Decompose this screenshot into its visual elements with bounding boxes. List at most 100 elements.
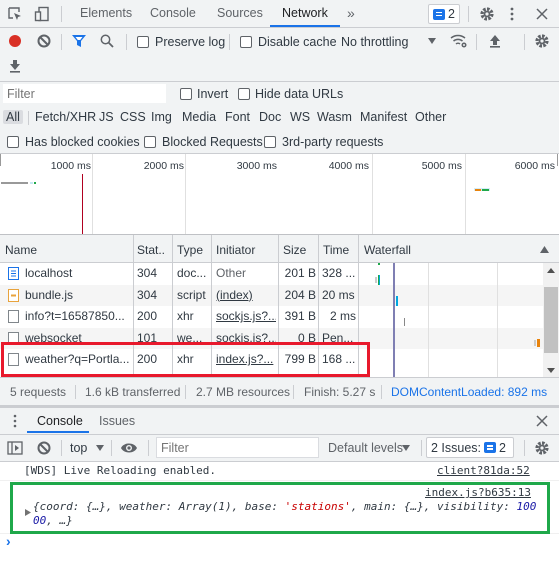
waterfall-grid-line (497, 263, 498, 377)
issues-badge[interactable]: 2 (428, 4, 460, 24)
filter-funnel-icon[interactable] (70, 32, 88, 50)
context-dropdown-arrow-icon[interactable] (95, 443, 105, 453)
separator (229, 34, 230, 50)
column-name[interactable]: Name (5, 243, 37, 257)
filter-type-other[interactable]: Other (415, 110, 446, 124)
filter-type-js[interactable]: JS (99, 110, 114, 124)
console-issues-button[interactable]: 2 Issues: 2 (426, 437, 514, 458)
drawer-menu-icon[interactable] (9, 412, 21, 430)
search-icon[interactable] (98, 32, 116, 50)
sort-ascending-icon[interactable] (539, 244, 549, 254)
filter-type-all[interactable]: All (3, 110, 23, 124)
issues-count: 2 (499, 440, 506, 455)
levels-dropdown-arrow-icon[interactable] (401, 443, 411, 453)
preserve-log-label: Preserve log (155, 35, 226, 49)
settings-gear-icon[interactable] (478, 5, 496, 23)
separator (61, 440, 62, 456)
tick-label: 3000 ms (236, 160, 277, 172)
console-input[interactable] (20, 535, 540, 551)
separator (421, 440, 422, 456)
filter-type-doc[interactable]: Doc (259, 110, 281, 124)
filter-input[interactable] (3, 84, 166, 103)
waterfall-bar-websocket-queue (534, 340, 536, 346)
filter-type-font[interactable]: Font (225, 110, 250, 124)
third-party-checkbox[interactable] (264, 136, 276, 148)
network-settings-gear-icon[interactable] (533, 32, 551, 50)
column-type[interactable]: Type (177, 243, 203, 257)
separator (28, 111, 29, 125)
cell-name: info?t=16587850... (25, 309, 125, 324)
more-options-icon[interactable] (506, 5, 518, 23)
throttling-select[interactable]: No throttling (341, 35, 408, 49)
cell-initiator[interactable]: (index) (216, 288, 276, 302)
divider (0, 480, 559, 481)
log-levels-select[interactable]: Default levels (328, 441, 403, 455)
drawer-tab-console[interactable]: Console (37, 414, 83, 428)
has-blocked-cookies-checkbox[interactable] (7, 136, 19, 148)
console-prompt-icon[interactable]: › (6, 533, 11, 549)
cell-type: xhr (177, 309, 194, 324)
drawer-active-tab-indicator (27, 431, 89, 433)
table-row[interactable]: localhost 304 doc... Other 201 B 328 ... (0, 263, 543, 284)
cell-time: 2 ms (329, 309, 356, 324)
console-filter-input[interactable] (156, 437, 319, 458)
inspect-element-icon[interactable] (6, 5, 24, 23)
clear-console-icon[interactable] (35, 439, 53, 457)
network-conditions-icon[interactable] (449, 32, 469, 50)
third-party-label: 3rd-party requests (282, 135, 384, 149)
load-event-marker (82, 174, 83, 234)
filter-type-ws[interactable]: WS (290, 110, 310, 124)
clear-icon[interactable] (35, 32, 53, 50)
close-devtools-icon[interactable] (534, 5, 550, 23)
column-waterfall[interactable]: Waterfall (364, 243, 411, 257)
tab-elements[interactable]: Elements (80, 6, 132, 20)
console-message-source-link[interactable]: client?81da:52 (437, 464, 530, 477)
console-settings-gear-icon[interactable] (533, 439, 551, 457)
filter-type-fetch-xhr[interactable]: Fetch/XHR (35, 110, 96, 124)
hide-data-urls-label: Hide data URLs (255, 87, 344, 101)
filter-type-media[interactable]: Media (182, 110, 216, 124)
invert-label: Invert (197, 87, 229, 101)
column-time[interactable]: Time (323, 243, 349, 257)
filter-type-css[interactable]: CSS (120, 110, 146, 124)
export-har-icon[interactable] (6, 57, 24, 75)
device-toolbar-icon[interactable] (33, 5, 51, 23)
filter-type-img[interactable]: Img (151, 110, 172, 124)
table-row[interactable]: info?t=16587850... 200 xhr sockjs.js?... 391… (0, 306, 543, 328)
cell-size: 391 B (284, 309, 316, 324)
dropdown-arrow-icon[interactable] (426, 35, 438, 47)
blocked-requests-checkbox[interactable] (144, 136, 156, 148)
column-initiator[interactable]: Initiator (216, 243, 255, 257)
show-sidebar-icon[interactable] (6, 439, 24, 457)
close-drawer-icon[interactable] (534, 413, 550, 429)
tab-sources[interactable]: Sources (217, 6, 263, 20)
preserve-log-checkbox[interactable] (137, 36, 149, 48)
cell-initiator[interactable]: sockjs.js?... (216, 309, 276, 323)
console-message-text: [WDS] Live Reloading enabled. (24, 464, 217, 477)
scroll-down-arrow-icon[interactable] (545, 366, 557, 374)
scrollbar-thumb[interactable] (544, 287, 558, 353)
context-select[interactable]: top (70, 441, 87, 455)
filter-type-manifest[interactable]: Manifest (360, 110, 407, 124)
disable-cache-checkbox[interactable] (240, 36, 252, 48)
document-icon (8, 267, 19, 280)
cell-time: 20 ms (322, 287, 355, 302)
resources-size: 2.7 MB resources (196, 385, 291, 399)
column-size[interactable]: Size (283, 243, 306, 257)
record-button[interactable] (6, 32, 24, 50)
table-row[interactable]: bundle.js 304 script (index) 204 B 20 ms (0, 284, 543, 306)
more-tabs-button[interactable]: » (347, 5, 355, 21)
waterfall-bar-bundle (396, 296, 398, 306)
import-har-icon[interactable] (486, 32, 504, 50)
hide-data-urls-checkbox[interactable] (238, 88, 250, 100)
filter-type-wasm[interactable]: Wasm (317, 110, 352, 124)
separator (524, 34, 525, 50)
column-status[interactable]: Stat.. (137, 243, 165, 257)
scroll-up-arrow-icon[interactable] (545, 266, 557, 274)
separator (61, 6, 62, 22)
tab-network[interactable]: Network (282, 6, 328, 20)
invert-checkbox[interactable] (180, 88, 192, 100)
drawer-tab-issues[interactable]: Issues (99, 414, 135, 428)
tab-console[interactable]: Console (150, 6, 196, 20)
live-expression-eye-icon[interactable] (119, 439, 139, 457)
